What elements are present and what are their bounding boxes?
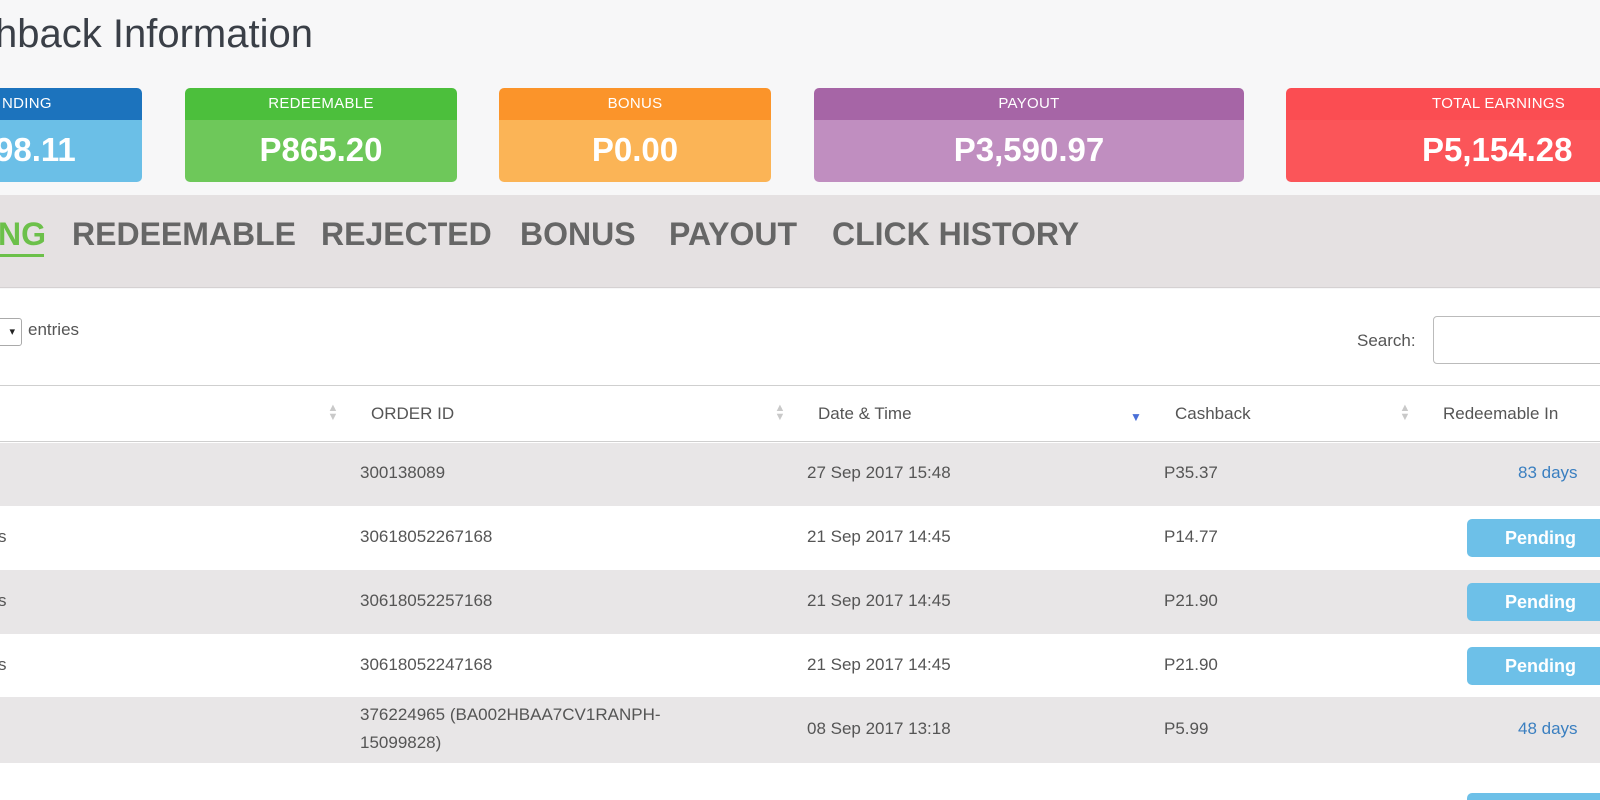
sort-descending-icon[interactable]: ▼ — [1130, 410, 1142, 424]
table-row: s 30618052257168 21 Sep 2017 14:45 P21.9… — [0, 570, 1600, 634]
pending-card-label: NDING — [0, 88, 142, 120]
entries-length-select[interactable]: ▾ — [0, 318, 22, 346]
date-time-cell: 08 Sep 2017 13:18 — [807, 719, 951, 738]
payout-card-value: P3,590.97 — [814, 120, 1244, 182]
search-input[interactable] — [1433, 316, 1600, 364]
payout-card: PAYOUT P3,590.97 — [814, 88, 1244, 182]
bonus-card-label: BONUS — [499, 88, 771, 120]
pending-status-badge: Pending — [1467, 519, 1600, 557]
sort-icon[interactable]: ▲ ▼ — [1399, 403, 1411, 423]
redeemable-card: REDEEMABLE P865.20 — [185, 88, 457, 182]
order-id-cell: 30618052257168 — [360, 591, 493, 610]
table-row — [0, 763, 1600, 800]
pending-status-badge: Pending — [1467, 583, 1600, 621]
pending-card-value: 98.11 — [0, 120, 142, 182]
date-time-cell: 21 Sep 2017 14:45 — [807, 527, 951, 546]
store-cell: s — [0, 655, 7, 674]
tab-bonus[interactable]: BONUS — [520, 212, 636, 257]
tab-pending[interactable]: NG — [0, 212, 46, 257]
total-earnings-card-value: P5,154.28 — [1286, 120, 1600, 182]
date-time-cell: 27 Sep 2017 15:48 — [807, 463, 951, 482]
store-cell: s — [0, 591, 7, 610]
tab-bar: NG REDEEMABLE REJECTED BONUS PAYOUT CLIC… — [0, 195, 1600, 288]
redeemable-card-value: P865.20 — [185, 120, 457, 182]
pending-status-badge: Pending — [1467, 647, 1600, 685]
table-row: 300138089 27 Sep 2017 15:48 P35.37 83 da… — [0, 443, 1600, 506]
total-earnings-card: TOTAL EARNINGS P5,154.28 — [1286, 88, 1600, 182]
tab-rejected[interactable]: REJECTED — [321, 212, 492, 257]
payout-card-label: PAYOUT — [814, 88, 1244, 120]
total-earnings-card-label: TOTAL EARNINGS — [1286, 88, 1600, 120]
column-header-order-id[interactable]: ORDER ID — [371, 404, 454, 424]
bonus-card: BONUS P0.00 — [499, 88, 771, 182]
entries-label: entries — [28, 320, 80, 339]
table-row: s 30618052267168 21 Sep 2017 14:45 P14.7… — [0, 506, 1600, 570]
redeemable-days-link[interactable]: 83 days — [1518, 463, 1578, 483]
tab-redeemable[interactable]: REDEEMABLE — [72, 212, 296, 257]
cashback-cell: P35.37 — [1164, 463, 1218, 482]
order-id-cell: 376224965 (BA002HBAA7CV1RANPH-15099828) — [360, 705, 661, 752]
pending-status-badge — [1467, 793, 1600, 800]
cashback-cell: P21.90 — [1164, 591, 1218, 610]
bonus-card-value: P0.00 — [499, 120, 771, 182]
order-id-cell: 300138089 — [360, 463, 446, 482]
page-title: shback Information — [0, 12, 313, 56]
transactions-panel: ▾ entries Search: ▲ ▼ ORDER ID ▲ ▼ Date & … — [0, 289, 1600, 800]
redeemable-days-link[interactable]: 48 days — [1518, 719, 1578, 739]
search-label: Search: — [1357, 331, 1416, 350]
table-header: ▲ ▼ ORDER ID ▲ ▼ Date & Time ▼ Cashback ▲ ▼… — [0, 385, 1600, 442]
order-id-cell: 30618052247168 — [360, 655, 493, 674]
column-header-redeemable-in[interactable]: Redeemable In — [1443, 404, 1558, 424]
column-header-date-time[interactable]: Date & Time — [818, 404, 912, 424]
store-cell: s — [0, 527, 7, 546]
date-time-cell: 21 Sep 2017 14:45 — [807, 591, 951, 610]
table-row: s 30618052247168 21 Sep 2017 14:45 P21.9… — [0, 634, 1600, 697]
order-id-cell: 30618052267168 — [360, 527, 493, 546]
pending-card: NDING 98.11 — [0, 88, 142, 182]
tab-payout[interactable]: PAYOUT — [669, 212, 797, 257]
table-row: 376224965 (BA002HBAA7CV1RANPH-15099828) … — [0, 697, 1600, 763]
cashback-cell: P21.90 — [1164, 655, 1218, 674]
redeemable-card-label: REDEEMABLE — [185, 88, 457, 120]
sort-icon[interactable]: ▲ ▼ — [774, 403, 786, 423]
cashback-cell: P14.77 — [1164, 527, 1218, 546]
date-time-cell: 21 Sep 2017 14:45 — [807, 655, 951, 674]
tab-click-history[interactable]: CLICK HISTORY — [832, 212, 1079, 257]
sort-icon[interactable]: ▲ ▼ — [327, 403, 339, 423]
cashback-cell: P5.99 — [1164, 719, 1209, 738]
column-header-cashback[interactable]: Cashback — [1175, 404, 1251, 424]
